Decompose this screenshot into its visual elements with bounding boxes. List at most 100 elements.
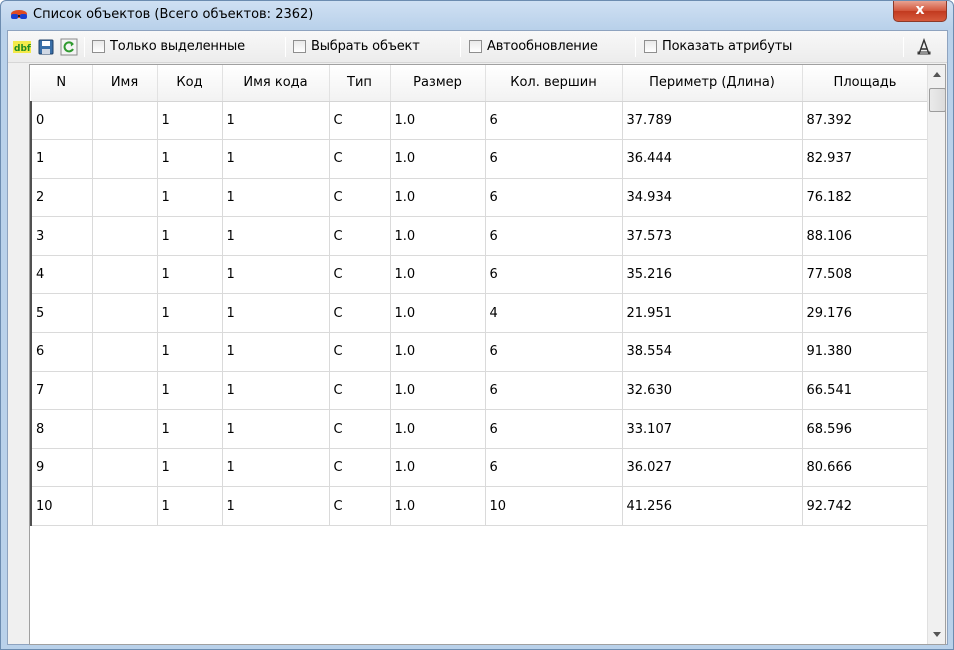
cell-name[interactable] xyxy=(92,332,158,372)
checkbox-box[interactable] xyxy=(644,40,657,53)
cell-name[interactable] xyxy=(92,101,158,141)
cell-area[interactable]: 92.742 xyxy=(802,486,929,527)
cell-size[interactable]: 1.0 xyxy=(390,255,486,295)
cell-area[interactable]: 76.182 xyxy=(802,178,929,218)
column-header-vertex-count[interactable]: Кол. вершин xyxy=(485,65,623,102)
cell-size[interactable]: 1.0 xyxy=(390,448,486,488)
checkbox-box[interactable] xyxy=(92,40,105,53)
vertical-scrollbar[interactable] xyxy=(927,65,945,644)
cell-code[interactable]: 1 xyxy=(157,178,223,218)
cell-area[interactable]: 91.380 xyxy=(802,332,929,372)
cell-code[interactable]: 1 xyxy=(157,139,223,179)
cell-area[interactable]: 87.392 xyxy=(802,101,929,141)
cell-size[interactable]: 1.0 xyxy=(390,216,486,256)
cell-code-name[interactable]: 1 xyxy=(222,216,330,256)
cell-vertex-count[interactable]: 6 xyxy=(485,101,623,141)
cell-perimeter[interactable]: 36.444 xyxy=(622,139,803,179)
cell-code-name[interactable]: 1 xyxy=(222,293,330,334)
column-header-area[interactable]: Площадь xyxy=(802,65,929,102)
cell-n[interactable]: 8 xyxy=(30,409,93,449)
cell-area[interactable]: 77.508 xyxy=(802,255,929,295)
cell-name[interactable] xyxy=(92,139,158,179)
cell-vertex-count[interactable]: 6 xyxy=(485,139,623,179)
table-row[interactable]: 6 1 1 C 1.0 6 38.554 91.380 xyxy=(30,332,929,372)
cell-perimeter[interactable]: 38.554 xyxy=(622,332,803,372)
cell-perimeter[interactable]: 37.573 xyxy=(622,216,803,256)
cell-code-name[interactable]: 1 xyxy=(222,178,330,218)
cell-perimeter[interactable]: 41.256 xyxy=(622,486,803,527)
cell-type[interactable]: C xyxy=(329,101,391,141)
cell-area[interactable]: 29.176 xyxy=(802,293,929,334)
scroll-down-arrow-icon[interactable] xyxy=(933,632,941,637)
cell-area[interactable]: 68.596 xyxy=(802,409,929,449)
close-button[interactable]: x xyxy=(893,1,947,22)
cell-type[interactable]: C xyxy=(329,409,391,449)
table-row[interactable]: 1 1 1 C 1.0 6 36.444 82.937 xyxy=(30,139,929,179)
cell-size[interactable]: 1.0 xyxy=(390,371,486,411)
cell-type[interactable]: C xyxy=(329,448,391,488)
cell-code-name[interactable]: 1 xyxy=(222,255,330,295)
cell-n[interactable]: 9 xyxy=(30,448,93,488)
cell-name[interactable] xyxy=(92,409,158,449)
select-object-checkbox[interactable]: Выбрать объект xyxy=(293,39,420,57)
cell-vertex-count[interactable]: 6 xyxy=(485,332,623,372)
checkbox-box[interactable] xyxy=(469,40,482,53)
cell-name[interactable] xyxy=(92,448,158,488)
cell-size[interactable]: 1.0 xyxy=(390,178,486,218)
column-header-perimeter[interactable]: Периметр (Длина) xyxy=(622,65,803,102)
cell-code[interactable]: 1 xyxy=(157,486,223,527)
cell-n[interactable]: 10 xyxy=(30,486,93,527)
cell-type[interactable]: C xyxy=(329,255,391,295)
show-attributes-checkbox[interactable]: Показать атрибуты xyxy=(644,39,792,57)
cell-area[interactable]: 82.937 xyxy=(802,139,929,179)
column-header-type[interactable]: Тип xyxy=(329,65,391,102)
cell-name[interactable] xyxy=(92,486,158,527)
column-header-code[interactable]: Код xyxy=(157,65,223,102)
refresh-icon[interactable] xyxy=(60,38,78,56)
cell-area[interactable]: 88.106 xyxy=(802,216,929,256)
table-row[interactable]: 4 1 1 C 1.0 6 35.216 77.508 xyxy=(30,255,929,295)
column-header-code-name[interactable]: Имя кода xyxy=(222,65,330,102)
cell-code[interactable]: 1 xyxy=(157,255,223,295)
table-row[interactable]: 7 1 1 C 1.0 6 32.630 66.541 xyxy=(30,371,929,411)
cell-n[interactable]: 2 xyxy=(30,178,93,218)
cell-size[interactable]: 1.0 xyxy=(390,139,486,179)
cell-vertex-count[interactable]: 6 xyxy=(485,255,623,295)
cell-vertex-count[interactable]: 6 xyxy=(485,216,623,256)
scroll-up-arrow-icon[interactable] xyxy=(933,72,941,77)
title-bar[interactable]: Список объектов (Всего объектов: 2362) x xyxy=(1,1,953,29)
cell-type[interactable]: C xyxy=(329,293,391,334)
cell-name[interactable] xyxy=(92,178,158,218)
cell-code-name[interactable]: 1 xyxy=(222,139,330,179)
cell-vertex-count[interactable]: 6 xyxy=(485,178,623,218)
cell-perimeter[interactable]: 34.934 xyxy=(622,178,803,218)
cell-type[interactable]: C xyxy=(329,371,391,411)
cell-perimeter[interactable]: 21.951 xyxy=(622,293,803,334)
cell-n[interactable]: 7 xyxy=(30,371,93,411)
table-row[interactable]: 9 1 1 C 1.0 6 36.027 80.666 xyxy=(30,448,929,488)
cell-n[interactable]: 6 xyxy=(30,332,93,372)
cell-code-name[interactable]: 1 xyxy=(222,332,330,372)
cell-perimeter[interactable]: 37.789 xyxy=(622,101,803,141)
cell-code[interactable]: 1 xyxy=(157,216,223,256)
cell-n[interactable]: 0 xyxy=(30,101,93,141)
save-icon[interactable] xyxy=(37,38,55,56)
cell-code-name[interactable]: 1 xyxy=(222,101,330,141)
table-row[interactable]: 3 1 1 C 1.0 6 37.573 88.106 xyxy=(30,216,929,256)
cell-perimeter[interactable]: 33.107 xyxy=(622,409,803,449)
cell-code-name[interactable]: 1 xyxy=(222,486,330,527)
cell-n[interactable]: 1 xyxy=(30,139,93,179)
cell-area[interactable]: 80.666 xyxy=(802,448,929,488)
auto-update-checkbox[interactable]: Автообновление xyxy=(469,39,598,57)
cell-size[interactable]: 1.0 xyxy=(390,409,486,449)
cell-code[interactable]: 1 xyxy=(157,371,223,411)
cell-size[interactable]: 1.0 xyxy=(390,101,486,141)
table-row[interactable]: 8 1 1 C 1.0 6 33.107 68.596 xyxy=(30,409,929,449)
dbf-export-icon[interactable]: dbf xyxy=(13,38,31,56)
cell-name[interactable] xyxy=(92,255,158,295)
cell-code-name[interactable]: 1 xyxy=(222,371,330,411)
cell-n[interactable]: 3 xyxy=(30,216,93,256)
checkbox-box[interactable] xyxy=(293,40,306,53)
cell-vertex-count[interactable]: 6 xyxy=(485,409,623,449)
cell-area[interactable]: 66.541 xyxy=(802,371,929,411)
